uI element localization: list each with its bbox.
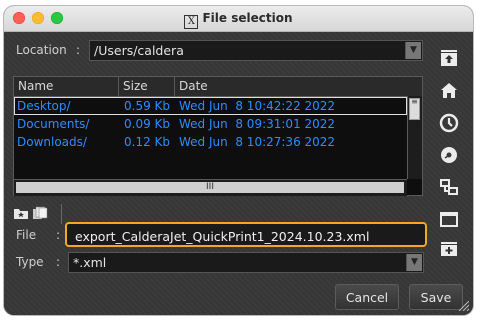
disk-icon[interactable] bbox=[438, 144, 460, 166]
row-date: Wed Jun 8 09:31:01 2022 bbox=[179, 117, 336, 131]
list-tools bbox=[13, 204, 62, 224]
location-dropdown-icon[interactable]: ▼ bbox=[405, 42, 421, 59]
row-size: 0.09 Kb bbox=[124, 117, 171, 131]
dialog-body: Location : /Users/caldera ▼ Name Size Da… bbox=[4, 32, 473, 315]
window-title: X File selection bbox=[4, 11, 473, 29]
file-name-input[interactable]: export_CalderaJet_QuickPrint1_2024.10.23… bbox=[65, 222, 427, 247]
column-header-name[interactable]: Name bbox=[14, 77, 119, 96]
file-list[interactable]: Name Size Date Desktop/ 0.59 Kb Wed Jun … bbox=[13, 76, 423, 196]
documents-icon[interactable] bbox=[31, 206, 49, 224]
table-row[interactable]: Downloads/ 0.12 Kb Wed Jun 8 10:27:36 20… bbox=[14, 133, 407, 151]
row-name: Downloads/ bbox=[17, 135, 87, 149]
vertical-scroll-thumb[interactable]: ≡ bbox=[409, 98, 420, 120]
file-list-header: Name Size Date bbox=[14, 77, 422, 97]
file-separator: : bbox=[56, 228, 61, 242]
type-value: *.xml bbox=[73, 255, 107, 270]
home-icon[interactable] bbox=[438, 80, 460, 102]
type-combo[interactable]: *.xml ▼ bbox=[68, 252, 424, 273]
bookmarks-icon[interactable] bbox=[13, 206, 29, 224]
network-icon[interactable] bbox=[438, 176, 460, 198]
row-date: Wed Jun 8 10:27:36 2022 bbox=[179, 135, 336, 149]
file-selection-window: X File selection Location : /Users/calder… bbox=[4, 6, 473, 315]
location-separator: : bbox=[76, 43, 81, 57]
location-label: Location bbox=[16, 43, 67, 57]
horizontal-scroll-thumb[interactable]: III bbox=[16, 182, 404, 193]
row-date: Wed Jun 8 10:42:22 2022 bbox=[179, 99, 336, 113]
type-dropdown-icon[interactable]: ▼ bbox=[406, 254, 422, 271]
resize-grip-icon[interactable] bbox=[459, 301, 469, 311]
type-separator: : bbox=[56, 255, 61, 269]
vertical-scrollbar[interactable]: ≡ bbox=[407, 96, 422, 179]
type-label: Type bbox=[16, 255, 44, 269]
folder-icon[interactable] bbox=[438, 208, 460, 230]
x11-icon: X bbox=[184, 15, 199, 29]
save-button[interactable]: Save bbox=[409, 284, 463, 310]
title-bar[interactable]: X File selection bbox=[4, 6, 473, 32]
column-header-date[interactable]: Date bbox=[175, 77, 407, 96]
new-folder-icon[interactable] bbox=[438, 238, 460, 260]
column-header-size[interactable]: Size bbox=[119, 77, 175, 96]
row-size: 0.59 Kb bbox=[124, 99, 171, 113]
row-name: Desktop/ bbox=[17, 99, 71, 113]
row-name: Documents/ bbox=[17, 117, 90, 131]
window-title-text: File selection bbox=[202, 11, 293, 25]
table-row[interactable]: Documents/ 0.09 Kb Wed Jun 8 09:31:01 20… bbox=[14, 115, 407, 133]
table-row[interactable]: Desktop/ 0.59 Kb Wed Jun 8 10:42:22 2022 bbox=[14, 97, 407, 115]
location-value: /Users/caldera bbox=[94, 43, 184, 58]
horizontal-scrollbar[interactable]: III bbox=[14, 179, 407, 196]
parent-folder-icon[interactable] bbox=[438, 47, 460, 69]
recent-icon[interactable] bbox=[438, 112, 460, 134]
file-label: File bbox=[16, 228, 37, 242]
location-combo[interactable]: /Users/caldera ▼ bbox=[89, 40, 423, 61]
row-size: 0.12 Kb bbox=[124, 135, 171, 149]
cancel-button[interactable]: Cancel bbox=[335, 284, 399, 310]
